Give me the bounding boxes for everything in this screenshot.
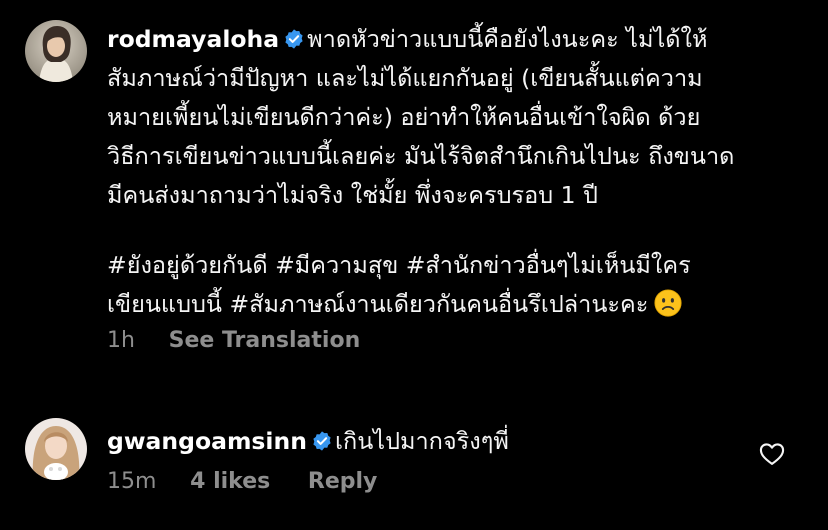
slightly-frowning-face-icon	[654, 289, 682, 317]
likes-count-button[interactable]: 4 likes	[190, 469, 270, 494]
reply-line: gwangoamsinn เกินไปมากจริงๆพี่	[107, 422, 807, 461]
comment-line: หมายเพี้ยนไม่เขียนดีกว่าค่ะ) อย่าทำให้คน…	[107, 103, 701, 131]
hashtag-line-last: เขียนแบบนี้ #สัมภาษณ์งานเดียวกันคนอื่นรึ…	[107, 285, 807, 324]
reply-body: gwangoamsinn เกินไปมากจริงๆพี่	[107, 422, 807, 461]
username[interactable]: gwangoamsinn	[107, 427, 307, 455]
comment-line: พาดหัวข่าวแบบนี้คือยังไงนะคะ ไม่ได้ให้	[307, 25, 708, 53]
comment-line: วิธีการเขียนข่าวแบบนี้เลยค่ะ มันไร้จิตสำ…	[107, 142, 735, 170]
reply-text: เกินไปมากจริงๆพี่	[334, 427, 509, 455]
hashtag-line[interactable]: #ยังอยู่ด้วยกันดี #มีความสุข #สำนักข่าวอ…	[107, 246, 807, 285]
comment-line: สัมภาษณ์ว่ามีปัญหา และไม่ได้แยกกันอยู่ (…	[107, 64, 703, 92]
hashtag-line[interactable]: เขียนแบบนี้ #สัมภาษณ์งานเดียวกันคนอื่นรึ…	[107, 290, 648, 318]
username[interactable]: rodmayaloha	[107, 25, 279, 53]
timestamp: 1h	[107, 328, 135, 353]
reply-button[interactable]: Reply	[308, 469, 378, 494]
timestamp: 15m	[107, 469, 157, 494]
see-translation-button[interactable]: See Translation	[169, 328, 361, 353]
reply-comment: gwangoamsinn เกินไปมากจริงๆพี่ 15m 4 lik…	[0, 386, 828, 530]
comment-meta: 1h See Translation	[107, 328, 390, 353]
like-heart-icon[interactable]	[758, 440, 786, 468]
comment-line: มีคนส่งมาถามว่าไม่จริง ใช่มั้ย พึ่งจะครบ…	[107, 181, 598, 209]
verified-badge-icon	[313, 431, 331, 451]
verified-badge-icon	[285, 29, 303, 49]
avatar[interactable]	[25, 20, 87, 82]
reply-meta: 15m 4 likes Reply	[107, 469, 407, 494]
comment-body: rodmayaloha พาดหัวข่าวแบบนี้คือยังไงนะคะ…	[107, 20, 807, 324]
original-comment: rodmayaloha พาดหัวข่าวแบบนี้คือยังไงนะคะ…	[0, 0, 828, 386]
avatar[interactable]	[25, 418, 87, 480]
comment-first-line: rodmayaloha พาดหัวข่าวแบบนี้คือยังไงนะคะ…	[107, 20, 807, 59]
